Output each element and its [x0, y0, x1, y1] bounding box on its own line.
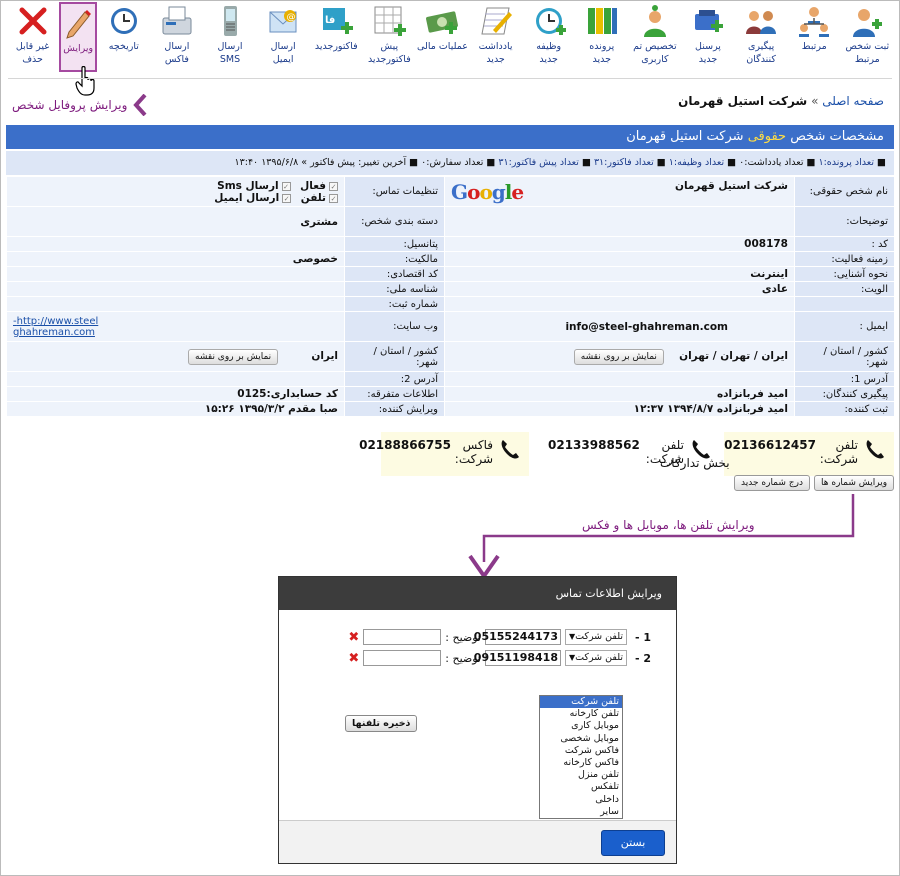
- dropdown-option[interactable]: تلفن کارخانه: [540, 708, 622, 720]
- row-2-desc-label: توضیح :: [445, 651, 481, 665]
- dialog-body: 1 - تلفن شرکت ▼ 05155244173 توضیح : ✖ 2 -…: [279, 610, 676, 820]
- contact-row-1: 1 - تلفن شرکت ▼ 05155244173 توضیح : ✖: [341, 628, 651, 646]
- type-dropdown-list: تلفن شرکت تلفن کارخانه موبایل کاری موبایل ش…: [539, 695, 623, 819]
- row-2-type-select[interactable]: تلفن شرکت ▼: [565, 650, 627, 666]
- dropdown-option[interactable]: سایر: [540, 806, 622, 818]
- close-button[interactable]: بستن: [601, 830, 665, 856]
- dialog-title: ویرایش اطلاعات تماس: [279, 577, 676, 610]
- edit-contact-dialog: ویرایش اطلاعات تماس 1 - تلفن شرکت ▼ 05155…: [278, 576, 677, 864]
- dropdown-option[interactable]: تلفن شرکت: [540, 696, 622, 709]
- annotation-text: ویرایش تلفن ها، موبایل ها و فکس: [582, 518, 755, 532]
- dropdown-option[interactable]: داخلی: [540, 794, 622, 806]
- dropdown-option[interactable]: فاکس شرکت: [540, 745, 622, 757]
- dropdown-option[interactable]: فاکس کارخانه: [540, 757, 622, 769]
- row-1-phone-input[interactable]: 05155244173: [474, 629, 561, 645]
- dropdown-option[interactable]: موبایل کاری: [540, 720, 622, 732]
- row-2-desc-input[interactable]: [363, 650, 442, 666]
- row-1-desc-input[interactable]: [363, 629, 442, 645]
- chevron-down-icon: ▼: [569, 653, 576, 662]
- annotation-connector: [468, 494, 855, 578]
- row-2-delete-icon[interactable]: ✖: [348, 651, 359, 666]
- dropdown-option[interactable]: تلفن منزل: [540, 769, 622, 781]
- row-1-type-select[interactable]: تلفن شرکت ▼: [565, 629, 627, 645]
- dialog-footer: بستن: [279, 820, 676, 863]
- save-phones-button[interactable]: ذخیره تلفنها: [345, 715, 418, 732]
- contact-row-2: 2 - تلفن شرکت ▼ 09151198418 توضیح : ✖: [341, 649, 651, 667]
- dropdown-option[interactable]: موبایل شخصی: [540, 733, 622, 745]
- row-1-delete-icon[interactable]: ✖: [348, 630, 359, 645]
- row-2-phone-input[interactable]: 09151198418: [474, 650, 561, 666]
- row-1-desc-label: توضیح :: [445, 630, 481, 644]
- row-2-number: 2 -: [634, 651, 651, 665]
- chevron-down-icon: ▼: [569, 632, 576, 641]
- dropdown-option[interactable]: تلفکس: [540, 781, 622, 793]
- row-1-number: 1 -: [634, 630, 651, 644]
